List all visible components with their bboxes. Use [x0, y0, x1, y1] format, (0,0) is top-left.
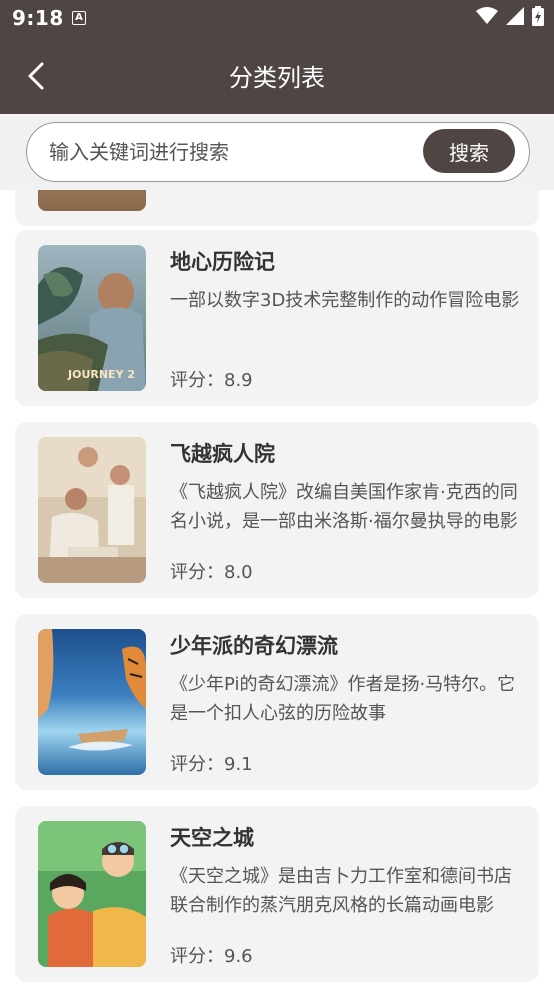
movie-description: 《少年Pi的奇幻漂流》作者是扬·马特尔。它是一个扣人心弦的历险故事: [170, 674, 516, 724]
movie-list[interactable]: JOURNEY 2 地心历险记 一部以数字3D技术完整制作的动作冒险电影 评分：…: [0, 190, 554, 984]
movie-poster: [38, 821, 146, 967]
poster-text: JOURNEY 2: [67, 368, 135, 381]
movie-description: 一部以数字3D技术完整制作的动作冒险电影: [170, 290, 520, 311]
movie-poster: [38, 437, 146, 583]
search-bar: 搜索: [0, 114, 554, 190]
list-item[interactable]: JOURNEY 2 地心历险记 一部以数字3D技术完整制作的动作冒险电影 评分：…: [15, 230, 539, 406]
movie-description: 《天空之城》是由吉卜力工作室和德间书店联合制作的蒸汽朋克风格的长篇动画电影: [170, 866, 512, 916]
list-item-partial[interactable]: [15, 190, 539, 226]
movie-title: 地心历险记: [170, 250, 275, 274]
status-bar: 9:18 A: [0, 0, 554, 36]
movie-rating: 评分：8.9: [170, 370, 253, 391]
movie-title: 飞越疯人院: [170, 442, 275, 466]
status-icons: [476, 6, 544, 30]
notification-app-icon: A: [72, 11, 86, 25]
search-button[interactable]: 搜索: [423, 129, 515, 173]
list-item[interactable]: 飞越疯人院 《飞越疯人院》改编自美国作家肯·克西的同名小说，是一部由米洛斯·福尔…: [15, 422, 539, 598]
cell-signal-icon: [506, 7, 524, 29]
movie-rating: 评分：9.6: [170, 946, 253, 967]
movie-poster: JOURNEY 2: [38, 245, 146, 391]
movie-description: 《飞越疯人院》改编自美国作家肯·克西的同名小说，是一部由米洛斯·福尔曼执导的电影: [170, 482, 518, 532]
movie-title: 天空之城: [170, 826, 254, 850]
app-bar: 分类列表: [0, 36, 554, 114]
movie-rating: 评分：9.1: [170, 754, 253, 775]
list-item[interactable]: 少年派的奇幻漂流 《少年Pi的奇幻漂流》作者是扬·马特尔。它是一个扣人心弦的历险…: [15, 614, 539, 790]
list-item[interactable]: 天空之城 《天空之城》是由吉卜力工作室和德间书店联合制作的蒸汽朋克风格的长篇动画…: [15, 806, 539, 982]
movie-poster: [38, 190, 146, 211]
movie-title: 少年派的奇幻漂流: [170, 634, 338, 658]
status-time: 9:18: [12, 6, 64, 30]
search-box: 搜索: [26, 122, 530, 182]
page-title: 分类列表: [229, 64, 325, 92]
wifi-icon: [476, 7, 498, 29]
movie-rating: 评分：8.0: [170, 562, 253, 583]
search-input[interactable]: [49, 135, 409, 169]
battery-icon: [532, 6, 544, 30]
movie-poster: [38, 629, 146, 775]
